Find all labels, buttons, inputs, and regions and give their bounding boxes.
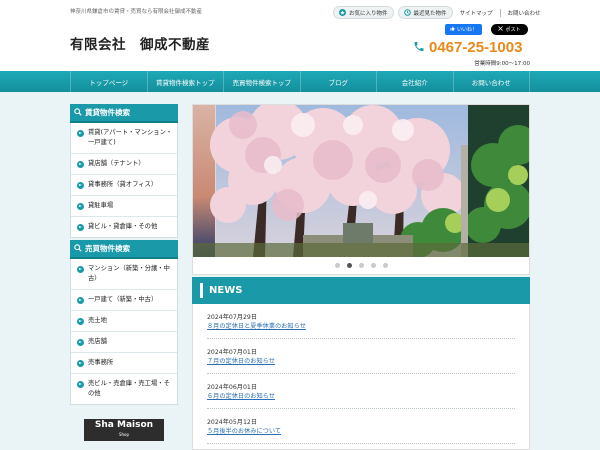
slider-dot[interactable]: [358, 263, 364, 268]
sidebar-item-label: 売事務所: [88, 359, 114, 366]
slider-dot[interactable]: [382, 263, 388, 268]
sidebar-item-sale-office[interactable]: 売事務所: [71, 353, 177, 374]
divider: [499, 8, 501, 17]
news-link[interactable]: ７月の定休日のお知らせ: [207, 357, 515, 366]
business-hours: 営業時間9:00～17:00: [474, 61, 530, 67]
arrow-right-icon: [77, 129, 84, 137]
sidebar: 賃貸物件検索 賃貸(アパート・マンション・一戸建て) 貸店舗（テナント） 貸事務…: [70, 104, 178, 441]
rental-search-heading: 賃貸物件検索: [70, 104, 178, 123]
hero-slider: [192, 104, 530, 275]
news-list: 2024年07月29日 ８月の定休日と夏季休業のお知らせ 2024年07月01日…: [192, 304, 530, 450]
sidebar-item-rental-store[interactable]: 貸店舗（テナント）: [71, 154, 177, 175]
arrow-right-icon: [77, 317, 84, 325]
x-post-button[interactable]: ポスト: [491, 24, 528, 35]
facebook-like-button[interactable]: いいね！: [445, 24, 482, 35]
sidebar-item-label: マンション（新築・分譲・中古）: [88, 265, 170, 282]
thumbs-up-icon: [450, 26, 455, 33]
sidebar-item-sale-store[interactable]: 売店舗: [71, 332, 177, 353]
tagline: 神奈川県鎌倉市の賃貸・売買なら有限会社御成不動産: [70, 9, 203, 15]
arrow-right-icon: [77, 380, 84, 388]
arrow-right-icon: [77, 202, 84, 210]
news-link[interactable]: ８月の定休日と夏季休業のお知らせ: [207, 322, 515, 331]
arrow-right-icon: [77, 296, 84, 304]
shamaison-logo-subtext: Shop: [118, 432, 130, 437]
arrow-right-icon: [77, 359, 84, 367]
shamaison-banner[interactable]: Sha Maison Shop: [84, 419, 164, 441]
news-item: 2024年07月01日 ７月の定休日のお知らせ: [207, 339, 515, 374]
x-post-label: ポスト: [505, 27, 521, 33]
history-icon: [403, 9, 411, 16]
slider-dot[interactable]: [370, 263, 376, 268]
phone-block: 0467-25-1003: [413, 38, 522, 57]
x-logo-icon: [498, 26, 504, 33]
rental-search-title: 賃貸物件検索: [85, 108, 130, 117]
news-heading: NEWS: [192, 277, 530, 304]
slider-dot-active[interactable]: [346, 263, 352, 268]
rental-search-list: 賃貸(アパート・マンション・一戸建て) 貸店舗（テナント） 貸事務所（貸オフィス…: [70, 123, 178, 238]
sale-search-heading: 売買物件検索: [70, 240, 178, 259]
arrow-right-icon: [77, 181, 84, 189]
phone-icon: [413, 38, 425, 57]
top-links: お気に入り物件 最近見た物件 サイトマップ お問い合わせ: [333, 6, 544, 19]
favorites-label: お気に入り物件: [349, 10, 388, 17]
sidebar-item-label: 貸ビル・貸倉庫・その他: [88, 223, 158, 230]
sidebar-item-label: 貸駐車場: [88, 202, 114, 209]
nav-sale-search[interactable]: 売買物件検索トップ: [224, 71, 301, 92]
sidebar-item-label: 一戸建て（新築・中古）: [88, 296, 158, 303]
slider-dots: [193, 263, 529, 268]
nav-blog[interactable]: ブログ: [301, 71, 377, 92]
sale-search-list: マンション（新築・分譲・中古） 一戸建て（新築・中古） 売土地 売店舗 売事務所…: [70, 259, 178, 405]
sidebar-item-rental-parking[interactable]: 貸駐車場: [71, 196, 177, 217]
sidebar-item-sale-house[interactable]: 一戸建て（新築・中古）: [71, 290, 177, 311]
phone-number[interactable]: 0467-25-1003: [429, 39, 522, 56]
sidebar-item-rental-office[interactable]: 貸事務所（貸オフィス）: [71, 175, 177, 196]
heading-accent-bar: [200, 283, 203, 298]
news-date: 2024年06月01日: [207, 384, 258, 391]
sidebar-item-label: 貸事務所（貸オフィス）: [88, 181, 158, 188]
sidebar-item-label: 貸店舗（テナント）: [88, 160, 145, 167]
search-icon: [74, 243, 82, 254]
contact-link[interactable]: お問い合わせ: [505, 9, 544, 17]
sidebar-item-label: 売店舗: [88, 338, 107, 345]
sidebar-item-sale-mansion[interactable]: マンション（新築・分譲・中古）: [71, 259, 177, 290]
sidebar-item-rental-residential[interactable]: 賃貸(アパート・マンション・一戸建て): [71, 123, 177, 154]
arrow-right-icon: [77, 160, 84, 168]
sidebar-item-label: 売ビル・売倉庫・売工場・その他: [88, 380, 170, 397]
news-link[interactable]: ６月の定休日のお知らせ: [207, 392, 515, 401]
recent-button[interactable]: 最近見た物件: [397, 6, 453, 19]
sitemap-link[interactable]: サイトマップ: [457, 9, 496, 17]
sidebar-item-sale-land[interactable]: 売土地: [71, 311, 177, 332]
news-item: 2024年07月29日 ８月の定休日と夏季休業のお知らせ: [207, 304, 515, 339]
nav-company[interactable]: 会社紹介: [377, 71, 454, 92]
arrow-right-icon: [77, 338, 84, 346]
nav-rental-search[interactable]: 賃貸物件検索トップ: [148, 71, 224, 92]
search-icon: [74, 107, 82, 118]
global-nav: トップページ 賃貸物件検索トップ 売買物件検索トップ ブログ 会社紹介 お問い合…: [0, 71, 600, 92]
company-name: 有限会社 御成不動産: [70, 37, 210, 53]
arrow-right-icon: [77, 223, 84, 231]
sidebar-item-label: 賃貸(アパート・マンション・一戸建て): [88, 129, 173, 146]
news-date: 2024年07月01日: [207, 349, 258, 356]
recent-label: 最近見た物件: [413, 10, 447, 17]
news-item: 2024年05月12日 ５月後半のお休みについて: [207, 409, 515, 444]
sidebar-item-sale-other[interactable]: 売ビル・売倉庫・売工場・その他: [71, 374, 177, 404]
sidebar-item-rental-other[interactable]: 貸ビル・貸倉庫・その他: [71, 217, 177, 237]
news-date: 2024年05月12日: [207, 419, 258, 426]
sidebar-item-label: 売土地: [88, 317, 107, 324]
star-icon: [339, 9, 346, 16]
nav-contact[interactable]: お問い合わせ: [454, 71, 530, 92]
favorites-button[interactable]: お気に入り物件: [333, 6, 394, 19]
facebook-like-label: いいね！: [456, 27, 477, 33]
news-link[interactable]: ５月後半のお休みについて: [207, 427, 515, 436]
nav-top-page[interactable]: トップページ: [70, 71, 148, 92]
slider-dot[interactable]: [334, 263, 340, 268]
news-date: 2024年07月29日: [207, 314, 258, 321]
shamaison-logo-text: Sha Maison: [94, 420, 154, 430]
cherry-blossom-photo: [193, 105, 529, 257]
sale-search-title: 売買物件検索: [85, 244, 130, 253]
arrow-right-icon: [77, 265, 84, 273]
news-item: 2024年06月01日 ６月の定休日のお知らせ: [207, 374, 515, 409]
news-title: NEWS: [209, 285, 243, 296]
